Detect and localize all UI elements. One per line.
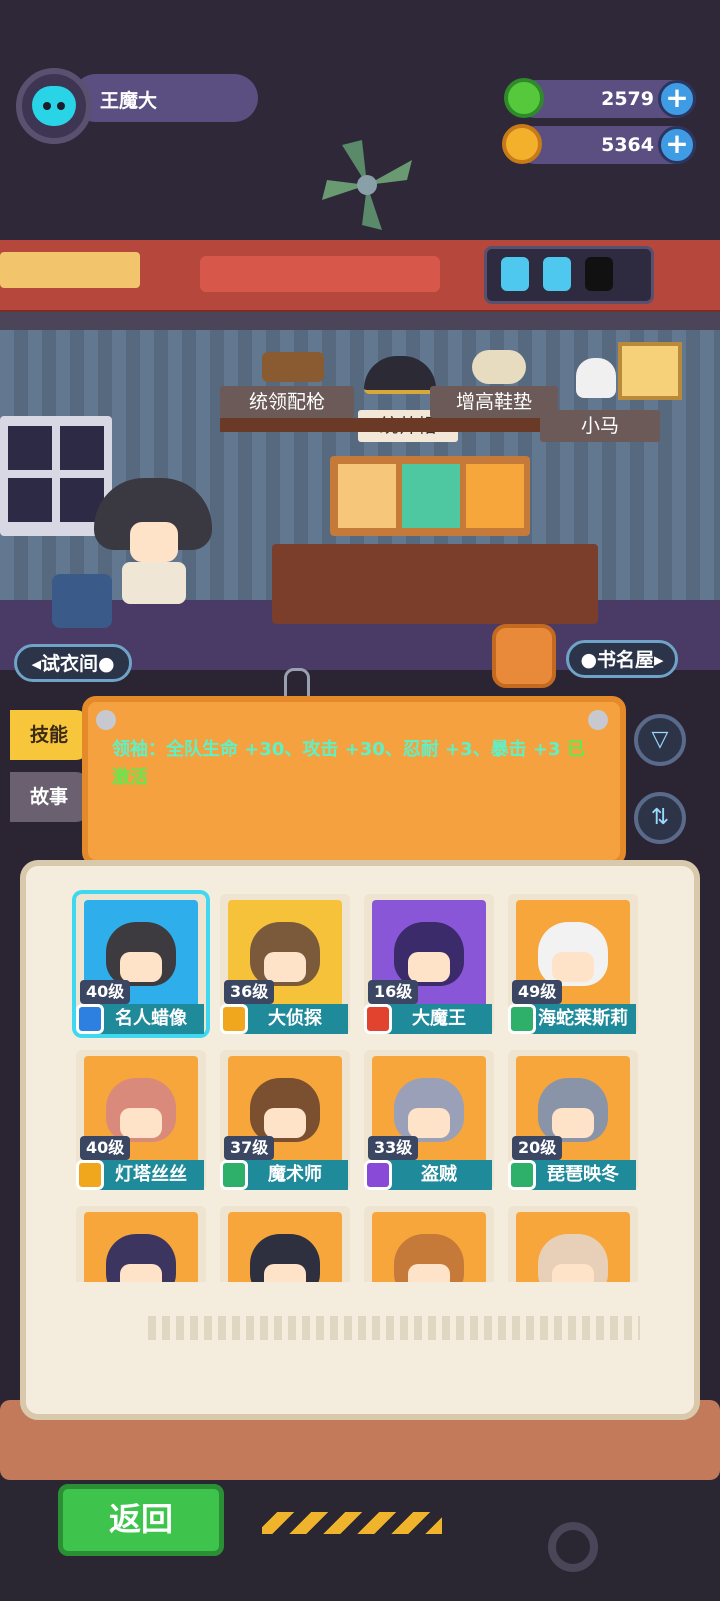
character-level: 49级 bbox=[512, 980, 563, 1004]
character-name: 大魔王 bbox=[376, 1004, 492, 1034]
hazard-stripes bbox=[262, 1512, 442, 1534]
item-label-insole[interactable]: 增高鞋垫 bbox=[430, 386, 558, 418]
add-currency-button[interactable]: + bbox=[658, 126, 696, 164]
energy-empty-icon bbox=[585, 257, 613, 291]
character-preview bbox=[94, 478, 214, 608]
character-level: 40级 bbox=[80, 1136, 131, 1160]
character-level: 33级 bbox=[368, 1136, 419, 1160]
character-name: 大侦探 bbox=[232, 1004, 348, 1034]
filter-button[interactable]: ▽ bbox=[634, 714, 686, 766]
character-face bbox=[408, 952, 450, 982]
ceiling-fan-icon bbox=[322, 140, 412, 230]
bookshelf-button[interactable]: ●书名屋▸ bbox=[566, 640, 678, 678]
character-name: 盗贼 bbox=[376, 1160, 492, 1190]
tab-skill[interactable]: 技能 bbox=[10, 710, 88, 760]
skill-text: 领袖：全队生命 +30、攻击 +30、忍耐 +3、暴击 +3 bbox=[112, 739, 561, 760]
horse-icon[interactable] bbox=[576, 358, 616, 398]
energy-slots bbox=[484, 246, 654, 304]
gear-icon bbox=[548, 1522, 598, 1572]
character-portrait bbox=[84, 1212, 198, 1282]
item-label-pistol[interactable]: 统领配枪 bbox=[220, 386, 354, 418]
back-button[interactable]: 返回 bbox=[58, 1484, 224, 1556]
character-card[interactable] bbox=[364, 1206, 494, 1282]
character-card[interactable]: 37级 魔术师 bbox=[220, 1050, 350, 1190]
character-face bbox=[552, 952, 594, 982]
currency-value: 2579 bbox=[601, 88, 654, 110]
character-card[interactable] bbox=[76, 1206, 206, 1282]
item-label-horse[interactable]: 小马 bbox=[540, 410, 660, 442]
character-level: 40级 bbox=[80, 980, 131, 1004]
character-name: 琵琶映冬 bbox=[520, 1160, 636, 1190]
character-card[interactable]: 36级 大侦探 bbox=[220, 894, 350, 1034]
item-shelf bbox=[220, 418, 540, 432]
sewing-machine-icon bbox=[52, 574, 112, 628]
character-grid: 40级 名人蜡像 36级 大侦探 16级 大魔王 49级 海蛇莱斯莉 40级 灯塔丝丝 37级 魔术师… bbox=[64, 880, 644, 1282]
character-card[interactable]: 33级 盗贼 bbox=[364, 1050, 494, 1190]
skill-description: 领袖：全队生命 +30、攻击 +30、忍耐 +3、暴击 +3 已激活 bbox=[112, 736, 602, 792]
player-name: 王魔大 bbox=[100, 90, 158, 112]
character-portrait bbox=[372, 1212, 486, 1282]
character-face bbox=[264, 1264, 306, 1282]
character-card[interactable]: 40级 灯塔丝丝 bbox=[76, 1050, 206, 1190]
character-level: 16级 bbox=[368, 980, 419, 1004]
rarity-badge-icon bbox=[76, 1004, 104, 1034]
rarity-badge-icon bbox=[508, 1004, 536, 1034]
sort-button[interactable]: ⇅ bbox=[634, 792, 686, 844]
character-card-selected[interactable]: 40级 名人蜡像 bbox=[76, 894, 206, 1034]
character-face bbox=[120, 1108, 162, 1138]
character-name: 名人蜡像 bbox=[88, 1004, 204, 1034]
energy-icon bbox=[501, 257, 529, 291]
character-card[interactable]: 20级 琵琶映冬 bbox=[508, 1050, 638, 1190]
character-name: 海蛇莱斯莉 bbox=[520, 1004, 636, 1034]
avatar[interactable] bbox=[16, 68, 92, 144]
character-face bbox=[264, 1108, 306, 1138]
character-face bbox=[552, 1264, 594, 1282]
energy-icon bbox=[543, 257, 571, 291]
rarity-badge-icon bbox=[220, 1004, 248, 1034]
character-card[interactable] bbox=[508, 1206, 638, 1282]
rarity-badge-icon bbox=[364, 1160, 392, 1190]
character-face bbox=[120, 952, 162, 982]
character-face bbox=[552, 1108, 594, 1138]
character-level: 36级 bbox=[224, 980, 275, 1004]
character-face bbox=[120, 1264, 162, 1282]
rarity-badge-icon bbox=[508, 1160, 536, 1190]
character-name: 魔术师 bbox=[232, 1160, 348, 1190]
horse-portrait-icon bbox=[618, 342, 682, 400]
tab-story[interactable]: 故事 bbox=[10, 772, 88, 822]
rarity-badge-icon bbox=[76, 1160, 104, 1190]
character-face bbox=[264, 952, 306, 982]
wardrobe-toggle-button[interactable] bbox=[492, 624, 556, 688]
character-card[interactable]: 16级 大魔王 bbox=[364, 894, 494, 1034]
cat-avatar-icon bbox=[32, 86, 76, 126]
book-footer-text bbox=[148, 1316, 640, 1340]
cabinet bbox=[272, 544, 598, 624]
character-card[interactable]: 49级 海蛇莱斯莉 bbox=[508, 894, 638, 1034]
shelf-ledge bbox=[0, 312, 720, 330]
character-level: 20级 bbox=[512, 1136, 563, 1160]
character-level: 37级 bbox=[224, 1136, 275, 1160]
currency-value: 5364 bbox=[601, 134, 654, 156]
add-currency-button[interactable]: + bbox=[658, 80, 696, 118]
character-portrait bbox=[516, 1212, 630, 1282]
character-card[interactable] bbox=[220, 1206, 350, 1282]
costume-display bbox=[330, 456, 530, 536]
character-face bbox=[408, 1264, 450, 1282]
character-name: 灯塔丝丝 bbox=[88, 1160, 204, 1190]
fitting-room-button[interactable]: ◂试衣间● bbox=[14, 644, 132, 682]
rarity-badge-icon bbox=[220, 1160, 248, 1190]
character-portrait bbox=[228, 1212, 342, 1282]
character-face bbox=[408, 1108, 450, 1138]
rarity-badge-icon bbox=[364, 1004, 392, 1034]
insole-icon[interactable] bbox=[472, 350, 526, 384]
pistol-icon[interactable] bbox=[262, 352, 324, 382]
